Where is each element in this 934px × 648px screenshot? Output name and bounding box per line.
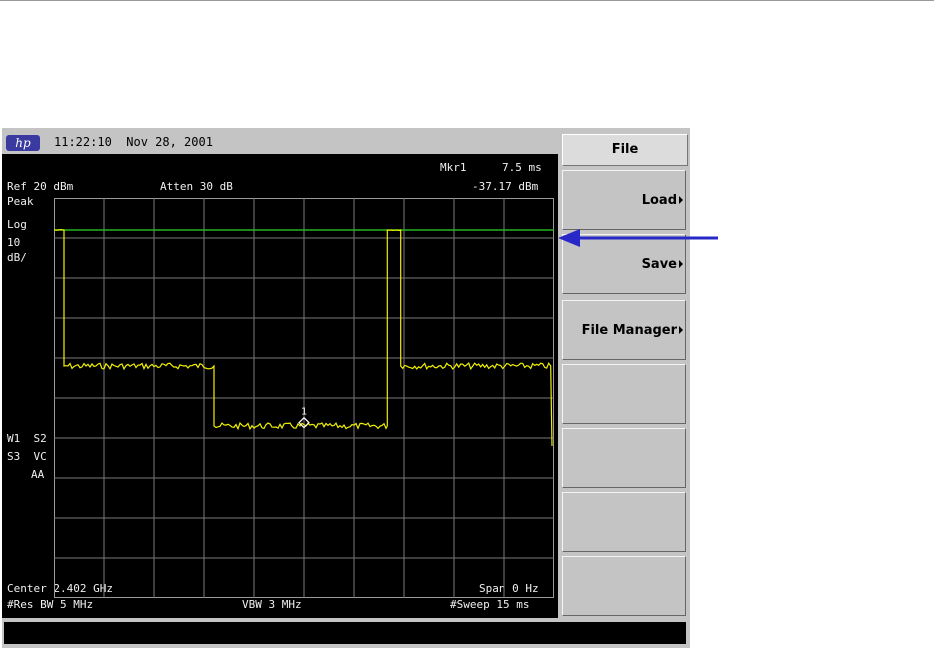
attenuation: Atten 30 dB bbox=[160, 180, 233, 193]
arrow-head bbox=[558, 229, 580, 247]
sweep-time: #Sweep 15 ms bbox=[450, 598, 530, 611]
softkey-4[interactable] bbox=[562, 364, 686, 424]
marker-label: Mkr1 bbox=[440, 161, 467, 174]
load-softkey-label: Load bbox=[641, 192, 677, 208]
save-softkey-label: Save bbox=[641, 256, 677, 272]
file-manager-softkey-label: File Manager bbox=[581, 322, 677, 338]
scale-unit: dB/ bbox=[7, 251, 27, 264]
page-top-rule bbox=[0, 0, 934, 1]
detector-label: Peak bbox=[7, 195, 34, 208]
submenu-arrow-icon bbox=[679, 196, 683, 204]
softkey-panel: File Load Save File Manager bbox=[560, 132, 688, 618]
analyzer-screen: hp 11:22:10 Nov 28, 2001 Ref 20 dBm Atte… bbox=[2, 132, 558, 618]
marker-y-value: -37.17 dBm bbox=[472, 180, 539, 193]
softkey-6[interactable] bbox=[562, 492, 686, 552]
w1-s2-label: W1 S2 bbox=[7, 432, 47, 445]
status-bar bbox=[4, 622, 686, 644]
load-softkey[interactable]: Load bbox=[562, 170, 686, 230]
screen-header: hp 11:22:10 Nov 28, 2001 bbox=[2, 132, 558, 154]
softkey-5[interactable] bbox=[562, 428, 686, 488]
softkey-menu-title: File bbox=[562, 134, 688, 166]
submenu-arrow-icon bbox=[679, 326, 683, 334]
marker-number-label: 1 bbox=[301, 407, 307, 418]
datetime: 11:22:10 Nov 28, 2001 bbox=[54, 135, 213, 149]
marker-x-value: 7.5 ms bbox=[502, 161, 542, 174]
callout-arrow-icon bbox=[558, 229, 718, 247]
ref-level: Ref 20 dBm bbox=[7, 180, 74, 193]
submenu-arrow-icon bbox=[679, 260, 683, 268]
res-bw: #Res BW 5 MHz bbox=[7, 598, 94, 611]
graticule-svg: 1 bbox=[54, 198, 554, 598]
vbw: VBW 3 MHz bbox=[242, 598, 302, 611]
hp-logo: hp bbox=[6, 135, 40, 151]
aa-label: AA bbox=[31, 468, 45, 481]
scale-value: 10 bbox=[7, 236, 21, 249]
trace-graticule: 1 bbox=[54, 198, 554, 598]
s3-vc-label: S3 VC bbox=[7, 450, 47, 463]
scale-type: Log bbox=[7, 218, 27, 231]
softkey-7[interactable] bbox=[562, 556, 686, 616]
file-manager-softkey[interactable]: File Manager bbox=[562, 300, 686, 360]
